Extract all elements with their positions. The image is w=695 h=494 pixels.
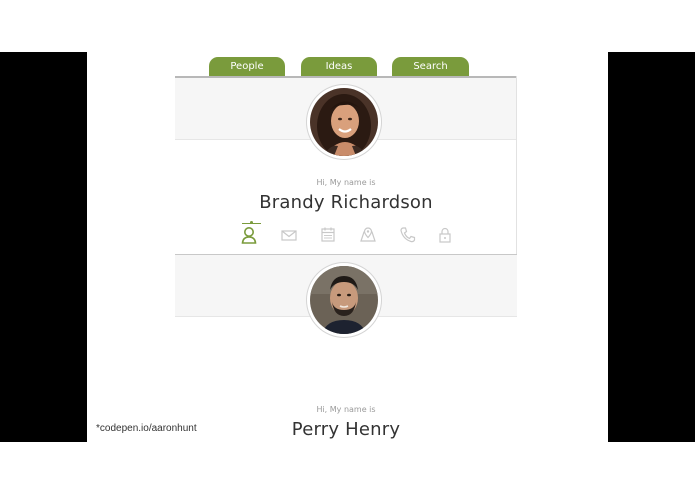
profile-card: Hi, My name is Perry Henry <box>175 254 517 442</box>
card-border <box>516 76 517 266</box>
lock-icon[interactable] <box>435 226 455 244</box>
profile-card: Hi, My name is Brandy Richardson <box>175 76 517 266</box>
profile-name: Perry Henry <box>291 419 401 440</box>
profile-photo <box>310 266 378 334</box>
mail-icon[interactable] <box>279 226 299 244</box>
map-icon[interactable] <box>358 226 378 244</box>
greeting-label: Hi, My name is <box>316 405 376 414</box>
letterbox-left <box>0 52 87 442</box>
credit-text: *codepen.io/aaronhunt <box>96 423 197 434</box>
greeting-label: Hi, My name is <box>316 178 376 187</box>
calendar-icon[interactable] <box>318 226 338 244</box>
tab-bar: People Ideas Search <box>209 57 509 77</box>
avatar <box>307 85 381 159</box>
tab-search[interactable]: Search <box>392 57 469 76</box>
tab-people[interactable]: People <box>209 57 285 76</box>
letterbox-right <box>608 52 695 442</box>
slide: People Ideas Search Hi, My name is Brand… <box>87 52 608 442</box>
profile-name: Brandy Richardson <box>259 192 433 213</box>
user-icon[interactable] <box>239 221 261 244</box>
avatar <box>307 263 381 337</box>
profile-photo <box>310 88 378 156</box>
phone-icon[interactable] <box>397 226 417 244</box>
tab-ideas[interactable]: Ideas <box>301 57 377 76</box>
profile-icon-bar <box>235 221 455 244</box>
